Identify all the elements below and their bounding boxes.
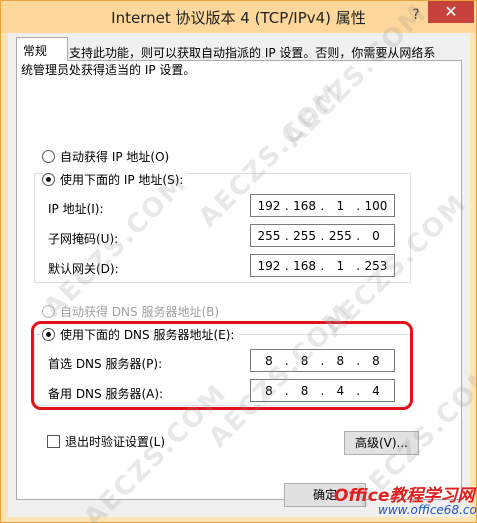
radio-manual-dns[interactable]: 使用下面的 DNS 服务器地址(E): bbox=[42, 326, 239, 343]
ip-octet: 255 bbox=[257, 228, 281, 243]
ip-octet: 1 bbox=[336, 198, 345, 213]
default-gateway-input[interactable]: 192. 168. 1. 253 bbox=[250, 254, 395, 277]
ip-octet: 0 bbox=[372, 228, 380, 243]
ip-octet: 4 bbox=[336, 383, 345, 398]
ip-octet: 192 bbox=[257, 258, 281, 273]
subnet-mask-input[interactable]: 255. 255. 255. 0 bbox=[250, 224, 395, 247]
alternate-dns-input[interactable]: 8. 8. 4. 4 bbox=[250, 379, 395, 402]
radio-manual-ip-label: 使用下面的 IP 地址(S): bbox=[60, 173, 184, 187]
ip-octet: 253 bbox=[364, 258, 388, 273]
ip-octet: 168 bbox=[293, 258, 317, 273]
ip-octet: 255 bbox=[328, 228, 352, 243]
radio-auto-ip-indicator bbox=[42, 150, 55, 163]
help-button[interactable]: ? bbox=[405, 5, 427, 25]
radio-auto-ip[interactable]: 自动获得 IP 地址(O) bbox=[42, 148, 169, 165]
ip-octet: 8 bbox=[372, 353, 380, 368]
description-text: 如果网络支持此功能，则可以获取自动指派的 IP 设置。否则，你需要从网络系统管理… bbox=[21, 46, 436, 77]
radio-manual-dns-label: 使用下面的 DNS 服务器地址(E): bbox=[60, 328, 235, 342]
ip-octet: 8 bbox=[265, 383, 273, 398]
radio-manual-dns-indicator bbox=[42, 328, 55, 341]
subnet-mask-label: 子网掩码(U): bbox=[48, 232, 119, 246]
validate-settings-checkbox[interactable]: 退出时验证设置(L) bbox=[47, 433, 165, 450]
ip-octet: 4 bbox=[372, 383, 380, 398]
preferred-dns-label: 首选 DNS 服务器(P): bbox=[48, 357, 163, 371]
ok-button[interactable]: 确定 bbox=[284, 483, 366, 507]
ip-octet: 192 bbox=[257, 198, 281, 213]
ip-octet: 100 bbox=[364, 198, 388, 213]
close-button[interactable]: ✕ bbox=[428, 1, 474, 23]
default-gateway-label: 默认网关(D): bbox=[48, 262, 119, 276]
ip-octet: 168 bbox=[293, 198, 317, 213]
ip-octet: 8 bbox=[336, 353, 345, 368]
radio-auto-dns-indicator bbox=[42, 305, 55, 318]
advanced-button[interactable]: 高级(V)... bbox=[344, 431, 419, 455]
ip-octet: 8 bbox=[300, 353, 309, 368]
ip-octet: 8 bbox=[265, 353, 273, 368]
tab-general[interactable]: 常规 bbox=[16, 37, 68, 61]
radio-auto-ip-label: 自动获得 IP 地址(O) bbox=[60, 150, 170, 164]
dialog-window: Internet 协议版本 4 (TCP/IPv4) 属性 ? ✕ 常规 如果网… bbox=[0, 0, 477, 523]
radio-manual-ip-indicator bbox=[42, 173, 55, 186]
radio-auto-dns-label: 自动获得 DNS 服务器地址(B) bbox=[60, 305, 220, 319]
ip-octet: 1 bbox=[336, 258, 345, 273]
ip-octet: 8 bbox=[300, 383, 309, 398]
checkbox-indicator bbox=[47, 435, 60, 448]
preferred-dns-input[interactable]: 8. 8. 8. 8 bbox=[250, 349, 395, 372]
validate-settings-label: 退出时验证设置(L) bbox=[65, 435, 166, 449]
ip-octet: 255 bbox=[293, 228, 317, 243]
alternate-dns-label: 备用 DNS 服务器(A): bbox=[48, 387, 164, 401]
radio-auto-dns[interactable]: 自动获得 DNS 服务器地址(B) bbox=[42, 303, 219, 320]
radio-manual-ip[interactable]: 使用下面的 IP 地址(S): bbox=[42, 171, 188, 188]
ip-address-label: IP 地址(I): bbox=[48, 202, 104, 216]
title-bar[interactable]: Internet 协议版本 4 (TCP/IPv4) 属性 ? ✕ bbox=[1, 1, 476, 33]
ip-address-input[interactable]: 192. 168. 1. 100 bbox=[250, 194, 395, 217]
